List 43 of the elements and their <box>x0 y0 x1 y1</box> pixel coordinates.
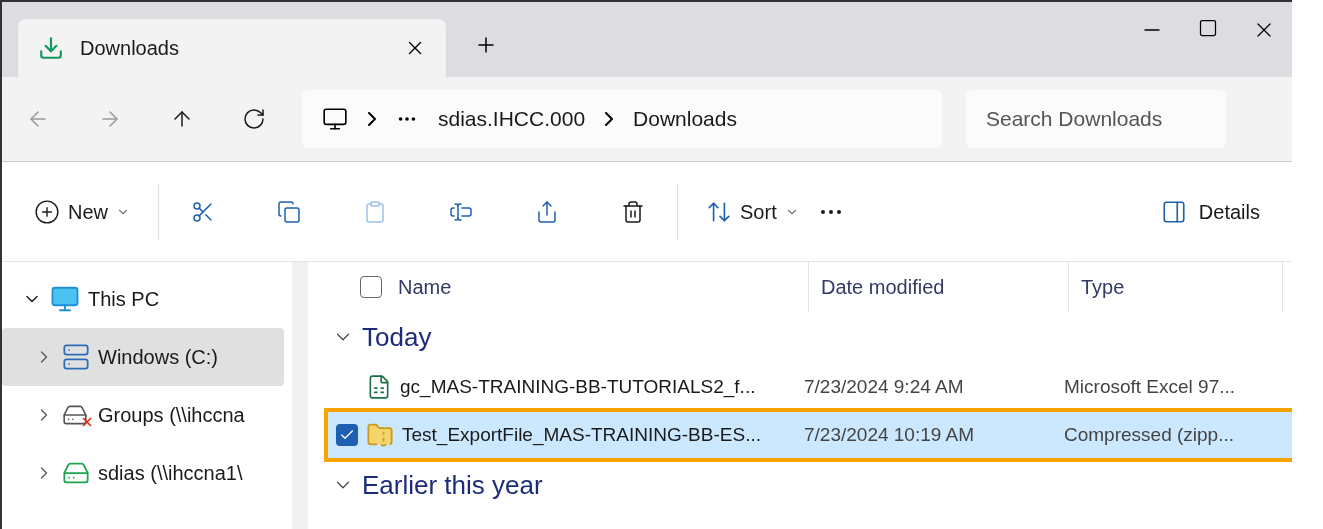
new-button[interactable]: New <box>26 187 138 236</box>
breadcrumb-chevron-icon <box>368 112 376 126</box>
column-header[interactable]: Name <box>398 272 452 302</box>
group-header[interactable]: Earlier this year <box>362 465 543 505</box>
sidebar-item[interactable]: Groups (\\ihccna <box>2 386 284 444</box>
sidebar-item[interactable]: sdias (\\ihccna1\ <box>2 444 284 502</box>
column-header[interactable]: Type <box>1068 262 1283 312</box>
address-field[interactable]: sdias.IHCC.000 Downloads <box>302 90 942 148</box>
row-checkbox[interactable] <box>336 424 358 446</box>
date-cell-text: 7/23/2024 10:19 AM <box>803 422 976 447</box>
clipboard-icon <box>363 199 387 224</box>
maximize-icon[interactable] <box>1198 18 1218 38</box>
drive-icon <box>62 343 90 371</box>
download-icon <box>38 35 64 61</box>
file-name: Test_ExportFile_MAS-TRAINING-BB-ES... <box>402 422 761 448</box>
monitor-icon <box>322 106 348 132</box>
trash-icon <box>621 199 645 224</box>
sidebar-item[interactable]: This PC <box>2 270 284 328</box>
column-header[interactable]: Date modified <box>808 262 1068 312</box>
file-row[interactable]: gc_MAS-TRAINING-BB-TUTORIALS2_f... 7/23/2024 9:24 AM Microsoft Excel 97... <box>328 364 1292 410</box>
breadcrumb-item[interactable]: Downloads <box>633 103 737 135</box>
monitor-icon <box>50 284 80 314</box>
zip-folder-icon <box>366 421 394 449</box>
plus-circle-icon <box>34 198 60 225</box>
sort-button[interactable]: Sort <box>698 187 807 236</box>
breadcrumb-item[interactable]: sdias.IHCC.000 <box>438 103 586 135</box>
tab[interactable]: Downloads <box>18 19 446 77</box>
details-pane-icon <box>1160 198 1187 225</box>
more-icon <box>820 209 841 214</box>
type-cell-text: Microsoft Excel 97... <box>1063 374 1237 399</box>
select-all-checkbox[interactable] <box>360 276 382 298</box>
group-header[interactable]: Today <box>362 317 432 357</box>
sidebar-item[interactable]: Windows (C:) <box>2 328 284 386</box>
file-name: gc_MAS-TRAINING-BB-TUTORIALS2_f... <box>400 374 756 400</box>
scissors-icon <box>191 199 215 224</box>
details-button[interactable]: Details <box>1152 187 1268 236</box>
refresh-icon <box>242 107 266 131</box>
breadcrumb-chevron-icon <box>605 112 614 126</box>
type-cell-text: Compressed (zipp... <box>1063 422 1235 447</box>
share-icon <box>535 199 559 224</box>
date-cell-text: 7/23/2024 9:24 AM <box>803 374 965 399</box>
search-field[interactable]: Search Downloads <box>966 90 1226 148</box>
copy-icon <box>277 199 301 224</box>
